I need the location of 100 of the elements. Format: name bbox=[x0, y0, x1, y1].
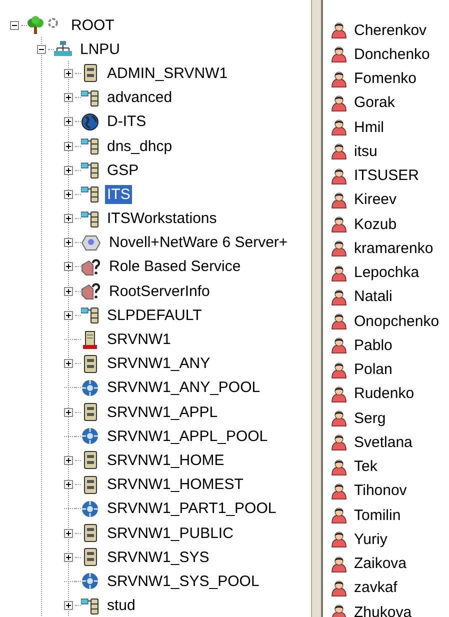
user-item[interactable]: itsu bbox=[354, 142, 378, 160]
drawer-icon bbox=[81, 524, 99, 542]
tree-item[interactable]: SRVNW1 bbox=[105, 330, 173, 350]
user-item[interactable]: Tihonov bbox=[354, 482, 407, 500]
collapse-icon[interactable] bbox=[10, 20, 19, 30]
user-item[interactable]: Tomilin bbox=[354, 506, 401, 524]
expand-icon[interactable] bbox=[64, 142, 73, 151]
user-icon bbox=[331, 482, 347, 500]
expand-icon[interactable] bbox=[64, 480, 73, 490]
tree-item[interactable]: dns_dhcp bbox=[105, 136, 174, 156]
tree-item[interactable]: SRVNW1_APPL bbox=[105, 402, 220, 422]
drawer-icon bbox=[81, 403, 99, 422]
question-icon bbox=[81, 282, 101, 300]
expand-icon[interactable] bbox=[64, 310, 73, 320]
tree-item[interactable]: ROOT bbox=[69, 16, 116, 35]
user-icon bbox=[331, 458, 347, 476]
expand-icon[interactable] bbox=[64, 359, 73, 368]
user-item[interactable]: Pablo bbox=[354, 336, 392, 354]
expand-icon[interactable] bbox=[64, 117, 73, 126]
user-item[interactable]: Fomenko bbox=[354, 70, 417, 88]
tree-item[interactable]: SRVNW1_PUBLIC bbox=[105, 524, 236, 543]
globe-icon bbox=[81, 112, 99, 131]
expand-icon[interactable] bbox=[64, 552, 73, 562]
expand-icon[interactable] bbox=[64, 528, 73, 538]
tree-item[interactable]: ITS bbox=[105, 184, 132, 204]
tree-item[interactable]: stud bbox=[105, 596, 138, 616]
user-icon bbox=[331, 264, 347, 282]
user-item[interactable]: Cherenkov bbox=[354, 22, 427, 39]
tree-item[interactable]: SRVNW1_SYS_POOL bbox=[105, 572, 262, 591]
tree-item[interactable]: ITSWorkstations bbox=[105, 209, 219, 228]
tree-item[interactable]: RootServerInfo bbox=[107, 282, 212, 301]
user-item[interactable]: kramarenko bbox=[354, 240, 434, 257]
user-icon bbox=[331, 312, 347, 330]
hexagon-icon bbox=[81, 234, 101, 251]
user-item[interactable]: Serg bbox=[354, 410, 386, 427]
user-item[interactable]: ITSUSER bbox=[354, 167, 420, 184]
user-item[interactable]: Kireev bbox=[354, 191, 397, 208]
tree-item[interactable]: SRVNW1_HOMEST bbox=[105, 475, 246, 494]
user-item[interactable]: Hmil bbox=[354, 118, 384, 136]
container-icon bbox=[81, 210, 99, 228]
expand-icon[interactable] bbox=[64, 456, 73, 465]
user-item[interactable]: zavkaf bbox=[354, 579, 398, 596]
user-item[interactable]: Kozub bbox=[354, 216, 397, 233]
user-icon bbox=[331, 45, 347, 64]
user-item[interactable]: Zaikova bbox=[354, 555, 407, 572]
expand-icon[interactable] bbox=[64, 262, 73, 272]
user-icon bbox=[331, 118, 347, 136]
tree-item[interactable]: Role Based Service bbox=[107, 257, 243, 276]
tree-item[interactable]: D-ITS bbox=[105, 112, 148, 132]
container-icon bbox=[81, 185, 99, 204]
expand-icon[interactable] bbox=[64, 408, 73, 417]
user-item[interactable]: Onopchenko bbox=[354, 312, 440, 330]
expand-icon[interactable] bbox=[64, 190, 73, 199]
user-icon bbox=[331, 190, 347, 209]
tree-item[interactable]: SRVNW1_ANY_POOL bbox=[105, 378, 262, 398]
container-icon bbox=[81, 161, 99, 180]
expand-icon[interactable] bbox=[64, 214, 73, 224]
user-item[interactable]: Gorak bbox=[354, 94, 395, 112]
drawer-icon bbox=[81, 451, 99, 470]
drawer-icon bbox=[81, 354, 99, 373]
tree-item[interactable]: Novell+NetWare 6 Server+ bbox=[107, 233, 290, 252]
tree-item[interactable]: SRVNW1_SYS bbox=[105, 548, 212, 567]
user-item[interactable]: Donchenko bbox=[354, 46, 430, 63]
user-item[interactable]: Tek bbox=[354, 458, 378, 476]
expand-icon[interactable] bbox=[64, 601, 73, 610]
expand-icon[interactable] bbox=[64, 166, 73, 175]
user-icon bbox=[331, 215, 347, 234]
user-icon bbox=[331, 360, 347, 379]
user-item[interactable]: Natali bbox=[354, 288, 392, 306]
user-item[interactable]: Rudenko bbox=[354, 385, 414, 402]
drawer-icon bbox=[81, 476, 99, 494]
user-item[interactable]: Zhukova bbox=[354, 604, 412, 617]
tree-item[interactable]: LNPU bbox=[78, 40, 122, 59]
expand-icon[interactable] bbox=[64, 286, 73, 296]
user-icon bbox=[331, 142, 347, 160]
tree-item[interactable]: SRVNW1_PART1_POOL bbox=[105, 499, 278, 518]
tree-item[interactable]: SRVNW1_ANY bbox=[105, 354, 212, 374]
tree-item[interactable]: advanced bbox=[105, 88, 174, 108]
expand-icon[interactable] bbox=[64, 68, 73, 78]
drawer-icon bbox=[81, 64, 99, 82]
tree-item[interactable]: SRVNW1_HOME bbox=[105, 450, 226, 470]
collapse-icon[interactable] bbox=[37, 44, 46, 54]
user-item[interactable]: Lepochka bbox=[354, 264, 420, 282]
network-icon bbox=[54, 41, 72, 58]
container-icon bbox=[81, 88, 99, 107]
tree-item[interactable]: SRVNW1_APPL_POOL bbox=[105, 426, 270, 446]
container-icon bbox=[81, 306, 99, 324]
expand-icon[interactable] bbox=[64, 93, 73, 102]
splitter-bar[interactable] bbox=[311, 0, 323, 617]
server-icon bbox=[81, 330, 99, 349]
expand-icon[interactable] bbox=[64, 238, 73, 248]
tree-item[interactable]: ADMIN_SRVNW1 bbox=[105, 64, 230, 83]
gear-icon bbox=[81, 572, 99, 590]
user-item[interactable]: Polan bbox=[354, 361, 392, 378]
user-icon bbox=[331, 433, 347, 452]
user-item[interactable]: Svetlana bbox=[354, 434, 412, 451]
user-icon bbox=[331, 21, 347, 40]
tree-item[interactable]: SLPDEFAULT bbox=[105, 306, 204, 325]
user-item[interactable]: Yuriy bbox=[354, 530, 388, 548]
tree-item[interactable]: GSP bbox=[105, 160, 141, 180]
